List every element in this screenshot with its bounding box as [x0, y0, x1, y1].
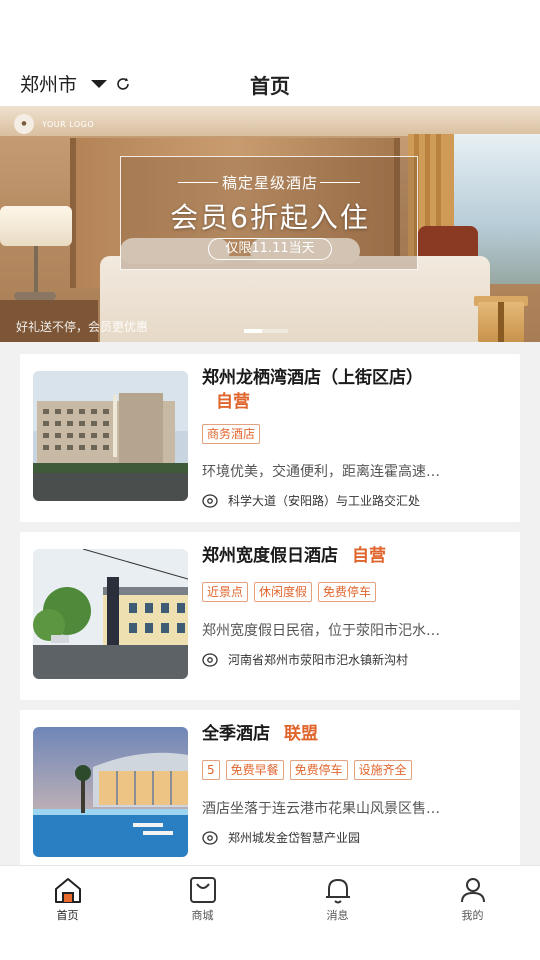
- hotel-description: 酒店坐落于连云港市花果山风景区售…: [202, 801, 440, 817]
- hotel-tags: 5 免费早餐 免费停车 设施齐全: [202, 760, 412, 780]
- bell-icon: [325, 879, 350, 904]
- carousel-dot[interactable]: [244, 329, 262, 333]
- user-icon: [460, 878, 485, 903]
- top-bar: 郑州市 首页: [0, 64, 540, 106]
- tab-label: 首页: [56, 909, 79, 922]
- shopping-bag-icon: [189, 877, 216, 903]
- hotel-thumbnail[interactable]: [33, 727, 188, 857]
- hotel-tag: 免费停车: [289, 760, 348, 780]
- hotel-tag: 免费早餐: [225, 760, 284, 780]
- logo-mark-icon: ●: [14, 114, 34, 134]
- page-title: 首页: [250, 74, 290, 98]
- hotel-name[interactable]: 郑州龙栖湾酒店（上街区店） 自营: [202, 366, 500, 414]
- tab-label: 消息: [326, 909, 349, 922]
- promo-subtitle: 稿定星级酒店: [221, 174, 318, 192]
- bottom-tab-bar: 首页 商城 消息 我的: [0, 865, 540, 960]
- hotel-name[interactable]: 全季酒店 联盟: [202, 722, 500, 746]
- hotel-address: 科学大道（安阳路）与工业路交汇处: [202, 492, 500, 509]
- hotel-thumbnail[interactable]: [33, 549, 188, 679]
- status-bar-area: [0, 0, 540, 64]
- hotel-tag: 休闲度假: [254, 582, 313, 602]
- location-pin-icon: [202, 830, 218, 845]
- banner-logo: ● YOUR LOGO: [14, 114, 94, 134]
- promo-banner[interactable]: ● YOUR LOGO 稿定星级酒店 会员6折起入住 仅限11.11当天 好礼送…: [0, 106, 540, 342]
- hotel-card[interactable]: 全季酒店 联盟 5 免费早餐 免费停车 设施齐全 酒店坐落于连云港市花果山风景区售…: [20, 710, 520, 878]
- hotel-thumbnail[interactable]: [33, 371, 188, 501]
- tab-mall[interactable]: 商城: [135, 866, 270, 960]
- carousel-indicator[interactable]: [244, 329, 288, 333]
- hotel-tag: 5: [202, 760, 220, 780]
- promo-slogan: 好礼送不停，会员更优惠: [16, 320, 149, 334]
- hotel-list: 郑州龙栖湾酒店（上街区店） 自营 商务酒店 环境优美，交通便利，距离连霍高速… 科…: [0, 342, 540, 878]
- promo-headline: 会员6折起入住: [170, 201, 370, 234]
- hotel-address: 郑州城发金岱智慧产业园: [202, 829, 500, 846]
- tab-label: 商城: [191, 909, 214, 922]
- hotel-badge: 联盟: [284, 724, 318, 744]
- hotel-tag: 设施齐全: [353, 760, 412, 780]
- hotel-name[interactable]: 郑州宽度假日酒店 自营: [202, 544, 500, 568]
- hotel-address: 河南省郑州市荥阳市汜水镇新沟村: [202, 651, 500, 668]
- hotel-tag: 商务酒店: [202, 424, 261, 444]
- hotel-card[interactable]: 郑州宽度假日酒店 自营 近景点 休闲度假 免费停车 郑州宽度假日民宿，位于荥阳市汜…: [20, 532, 520, 700]
- tab-home[interactable]: 首页: [0, 866, 135, 960]
- hotel-card[interactable]: 郑州龙栖湾酒店（上街区店） 自营 商务酒店 环境优美，交通便利，距离连霍高速… 科…: [20, 354, 520, 522]
- carousel-dot[interactable]: [262, 329, 288, 333]
- hotel-tags: 近景点 休闲度假 免费停车: [202, 582, 377, 602]
- location-pin-icon: [202, 652, 218, 667]
- hotel-tag: 近景点: [202, 582, 249, 602]
- hotel-description: 环境优美，交通便利，距离连霍高速…: [202, 464, 440, 480]
- hotel-tag: 免费停车: [318, 582, 377, 602]
- promo-date-pill: 仅限11.11当天: [208, 238, 332, 260]
- tab-label: 我的: [461, 909, 484, 922]
- tab-messages[interactable]: 消息: [270, 866, 405, 960]
- tab-profile[interactable]: 我的: [405, 866, 540, 960]
- location-pin-icon: [202, 493, 218, 508]
- home-icon: [54, 878, 81, 903]
- hotel-badge: 自营: [216, 392, 250, 412]
- hotel-badge: 自营: [352, 546, 386, 566]
- hotel-description: 郑州宽度假日民宿，位于荥阳市汜水…: [202, 623, 440, 639]
- hotel-tags: 商务酒店: [202, 424, 261, 444]
